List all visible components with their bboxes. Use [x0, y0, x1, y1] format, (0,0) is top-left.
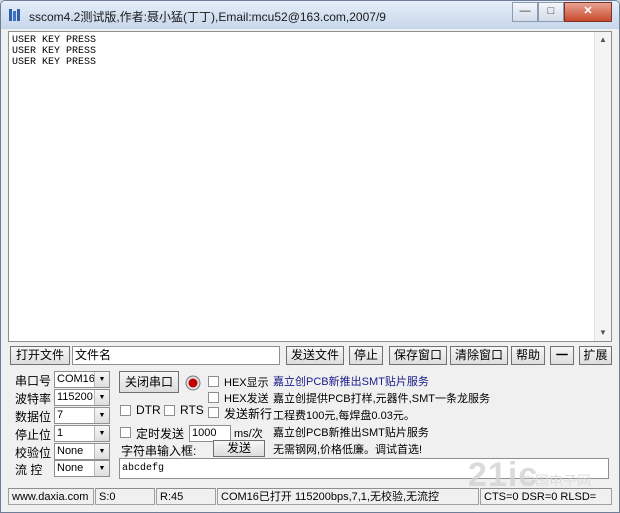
ad-line-5: 无需钢网,价格低廉。调试首选!	[273, 444, 423, 456]
clear-window-button[interactable]: 清除窗口	[450, 346, 508, 365]
stopbits-label: 停止位	[15, 428, 52, 442]
interval-unit: ms/次	[234, 428, 263, 440]
databits-select[interactable]: 7 ▼	[54, 407, 110, 424]
flow-label: 流 控	[15, 463, 43, 477]
scroll-down-icon[interactable]: ▼	[595, 325, 611, 341]
parity-value: None	[57, 445, 84, 457]
chevron-down-icon[interactable]: ▼	[94, 461, 109, 476]
window-title: sscom4.2测试版,作者:聂小猛(丁丁),Email:mcu52@163.c…	[29, 10, 386, 24]
timed-send-checkbox[interactable]	[120, 427, 131, 438]
main-window: sscom4.2测试版,作者:聂小猛(丁丁),Email:mcu52@163.c…	[0, 0, 620, 513]
receive-text: USER KEY PRESS USER KEY PRESS USER KEY P…	[12, 35, 97, 68]
baud-value: 115200	[57, 391, 93, 403]
chevron-down-icon[interactable]: ▼	[94, 372, 109, 387]
status-port-info: COM16已打开 115200bps,7,1,无校验,无流控	[217, 488, 479, 505]
hex-display-checkbox[interactable]	[208, 376, 219, 387]
chevron-down-icon[interactable]: ▼	[94, 444, 109, 459]
chevron-down-icon[interactable]: ▼	[94, 390, 109, 405]
timed-send-label: 定时发送	[136, 427, 185, 441]
scroll-up-icon[interactable]: ▲	[595, 32, 611, 48]
ad-line-3: 工程费100元,每焊盘0.03元。	[273, 410, 415, 422]
status-bar: www.daxia.com S:0 R:45 COM16已打开 115200bp…	[1, 486, 619, 512]
hex-send-checkbox[interactable]	[208, 392, 219, 403]
ad-line-1[interactable]: 嘉立创PCB新推出SMT贴片服务	[273, 373, 461, 389]
hex-send-label: HEX发送	[224, 393, 269, 405]
close-button[interactable]: ✕	[564, 2, 612, 22]
file-name-field[interactable]: 文件名	[72, 346, 280, 365]
databits-value: 7	[57, 409, 64, 421]
receive-scrollbar[interactable]: ▲ ▼	[594, 32, 611, 341]
maximize-button[interactable]: □	[538, 2, 564, 22]
databits-label: 数据位	[15, 410, 52, 424]
ad-line-4: 嘉立创PCB新推出SMT贴片服务	[273, 427, 429, 439]
send-newline-checkbox[interactable]	[208, 407, 219, 418]
stopbits-value: 1	[57, 427, 64, 439]
send-newline-label: 发送新行	[224, 407, 273, 421]
string-input-label: 字符串输入框:	[121, 444, 197, 458]
receive-area[interactable]: USER KEY PRESS USER KEY PRESS USER KEY P…	[8, 31, 612, 342]
send-button[interactable]: 发送	[213, 440, 265, 457]
expand-button[interactable]: 扩展	[579, 346, 612, 365]
flow-select[interactable]: None ▼	[54, 460, 110, 477]
save-window-button[interactable]: 保存窗口	[389, 346, 447, 365]
title-bar: sscom4.2测试版,作者:聂小猛(丁丁),Email:mcu52@163.c…	[1, 1, 619, 29]
parity-label: 校验位	[15, 446, 52, 460]
rts-label: RTS	[180, 403, 204, 417]
port-label: 串口号	[15, 374, 52, 388]
stop-button[interactable]: 停止	[349, 346, 383, 365]
help-button[interactable]: 帮助	[511, 346, 545, 365]
port-select[interactable]: COM16 ▼	[54, 371, 110, 388]
chevron-down-icon[interactable]: ▼	[94, 426, 109, 441]
send-file-button[interactable]: 发送文件	[286, 346, 344, 365]
flow-value: None	[57, 462, 84, 474]
chevron-down-icon[interactable]: ▼	[94, 408, 109, 423]
baud-label: 波特率	[15, 392, 52, 406]
rts-checkbox[interactable]	[164, 405, 175, 416]
record-indicator-icon	[185, 375, 201, 391]
ad-line-2: 嘉立创提供PCB打样,元器件,SMT一条龙服务	[273, 393, 490, 405]
app-icon	[9, 9, 20, 21]
status-website[interactable]: www.daxia.com	[8, 488, 94, 505]
collapse-button[interactable]: 一	[550, 346, 574, 365]
stopbits-select[interactable]: 1 ▼	[54, 425, 110, 442]
dtr-label: DTR	[136, 403, 161, 417]
status-sent: S:0	[95, 488, 155, 505]
open-file-button[interactable]: 打开文件	[10, 346, 70, 365]
port-value: COM16	[57, 373, 95, 385]
close-port-button[interactable]: 关闭串口	[119, 371, 179, 393]
minimize-button[interactable]: —	[512, 2, 538, 22]
hex-display-label: HEX显示	[224, 377, 269, 389]
parity-select[interactable]: None ▼	[54, 443, 110, 460]
status-lines: CTS=0 DSR=0 RLSD=	[480, 488, 612, 505]
baud-select[interactable]: 115200 ▼	[54, 389, 110, 406]
dtr-checkbox[interactable]	[120, 405, 131, 416]
status-received: R:45	[156, 488, 216, 505]
